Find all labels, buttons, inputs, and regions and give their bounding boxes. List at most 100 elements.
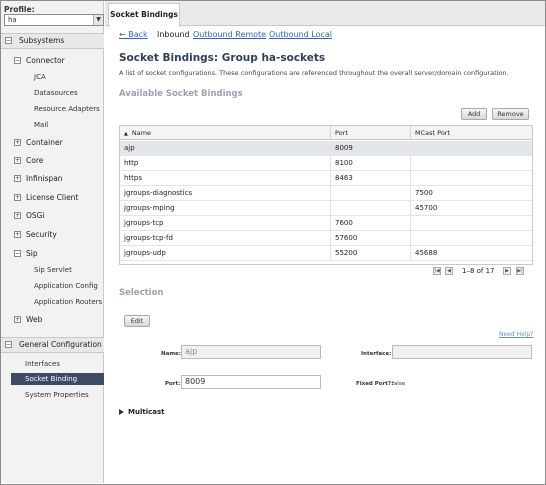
expand-icon[interactable]: + <box>14 139 21 146</box>
cell-port: 8009 <box>330 141 410 156</box>
cell-mcast-port <box>410 231 532 246</box>
cell-name: jgroups-tcp <box>124 219 164 227</box>
table-row[interactable]: jgroups-mping 45700 <box>120 201 532 216</box>
sidebar-item-jca[interactable]: JCA <box>34 73 46 81</box>
cell-mcast-port <box>410 171 532 186</box>
sidebar-item-socket-binding[interactable]: Socket Binding <box>11 373 104 385</box>
sidebar-item-sip-servlet[interactable]: Sip Servlet <box>34 266 72 274</box>
sidebar-item-container[interactable]: + Container <box>14 138 63 147</box>
sort-ascending-icon[interactable]: ▲ <box>124 131 128 137</box>
multicast-toggle[interactable]: Multicast <box>119 408 164 416</box>
cell-name: ajp <box>124 144 135 152</box>
pager: |◀ ◀ 1–8 of 17 ▶ ▶| <box>433 267 533 277</box>
column-header-name[interactable]: ▲ Name <box>120 126 330 140</box>
column-header-mcast-port[interactable]: MCast Port <box>410 126 532 140</box>
need-help-link[interactable]: Need Help? <box>499 331 533 338</box>
sidebar-item-license-client[interactable]: + License Client <box>14 193 79 202</box>
socket-bindings-table: ▲ Name Port MCast Port ajp 8009 http 8100… <box>119 125 533 265</box>
sidebar-item-label: Core <box>26 156 44 165</box>
sidebar-item-application-routers[interactable]: Application Routers <box>34 298 102 306</box>
cell-name: jgroups-mping <box>124 204 175 212</box>
interface-field[interactable] <box>392 345 532 359</box>
sidebar-item-label: License Client <box>26 193 79 202</box>
sidebar-item-system-properties[interactable]: System Properties <box>11 389 104 401</box>
name-field[interactable]: ajp <box>181 345 321 359</box>
collapse-icon[interactable]: − <box>14 57 21 64</box>
available-bindings-heading: Available Socket Bindings <box>119 89 243 99</box>
tab-outbound-remote[interactable]: Outbound Remote <box>193 30 266 39</box>
pager-range: 1–8 of 17 <box>462 267 495 275</box>
sidebar-item-resource-adapters[interactable]: Resource Adapters <box>34 105 100 113</box>
cell-port <box>330 186 410 201</box>
sidebar-item-application-config[interactable]: Application Config <box>34 282 98 290</box>
cell-port: 8463 <box>330 171 410 186</box>
first-page-icon[interactable]: |◀ <box>433 267 441 275</box>
table-row[interactable]: ajp 8009 <box>120 141 532 156</box>
previous-page-icon[interactable]: ◀ <box>445 267 453 275</box>
cell-name: jgroups-udp <box>124 249 166 257</box>
sidebar-item-datasources[interactable]: Datasources <box>34 89 78 97</box>
sidebar-item-sip[interactable]: − Sip <box>14 249 38 258</box>
tab-socket-bindings[interactable]: Socket Bindings <box>108 3 180 27</box>
sidebar-item-security[interactable]: + Security <box>14 230 57 239</box>
port-label: Port: <box>165 381 181 387</box>
table-row[interactable]: https 8463 <box>120 171 532 186</box>
expand-icon[interactable]: + <box>14 194 21 201</box>
sidebar-item-label: Infinispan <box>26 174 63 183</box>
sidebar-item-label: Sip <box>26 249 38 258</box>
cell-mcast-port: 45688 <box>410 246 532 261</box>
cell-port: 8100 <box>330 156 410 171</box>
multicast-label: Multicast <box>128 408 165 416</box>
sidebar-item-web[interactable]: + Web <box>14 315 43 324</box>
collapse-icon[interactable]: − <box>14 250 21 257</box>
cell-port: 55200 <box>330 246 410 261</box>
expand-icon[interactable]: + <box>14 157 21 164</box>
general-configuration-label: General Configuration <box>19 340 102 349</box>
last-page-icon[interactable]: ▶| <box>516 267 524 275</box>
port-field[interactable]: 8009 <box>181 375 321 389</box>
next-page-icon[interactable]: ▶ <box>503 267 511 275</box>
selection-heading: Selection <box>119 288 164 298</box>
expand-icon[interactable]: + <box>14 212 21 219</box>
profile-value: ha <box>8 16 17 24</box>
cell-port: 7600 <box>330 216 410 231</box>
expand-icon[interactable]: + <box>14 175 21 182</box>
column-header-port[interactable]: Port <box>330 126 410 140</box>
expand-icon[interactable]: + <box>14 316 21 323</box>
sidebar-item-interfaces[interactable]: Interfaces <box>11 358 104 370</box>
subsystems-label: Subsystems <box>19 36 65 45</box>
sidebar-item-osgi[interactable]: + OSGi <box>14 211 45 220</box>
cell-mcast-port <box>410 141 532 156</box>
profile-select[interactable]: ha ▼ <box>4 14 104 26</box>
interface-label: Interface: <box>361 351 392 357</box>
table-row[interactable]: http 8100 <box>120 156 532 171</box>
chevron-down-icon[interactable]: ▼ <box>93 15 103 25</box>
sidebar-item-mail[interactable]: Mail <box>34 121 48 129</box>
table-row[interactable]: jgroups-tcp 7600 <box>120 216 532 231</box>
back-link[interactable]: ← Back <box>119 30 148 39</box>
page-title: Socket Bindings: Group ha-sockets <box>119 52 326 64</box>
cell-name: jgroups-diagnostics <box>124 189 193 197</box>
subsystems-header[interactable]: − Subsystems <box>1 33 104 49</box>
expand-arrow-icon[interactable] <box>119 408 124 415</box>
edit-button[interactable]: Edit <box>124 315 150 327</box>
sidebar-item-infinispan[interactable]: + Infinispan <box>14 174 63 183</box>
general-configuration-header[interactable]: − General Configuration <box>1 337 104 353</box>
tab-outbound-local[interactable]: Outbound Local <box>269 30 332 39</box>
profile-label: Profile: <box>4 5 35 14</box>
tab-inbound[interactable]: Inbound <box>157 30 190 39</box>
collapse-icon[interactable]: − <box>5 37 12 44</box>
sidebar-item-label: Web <box>26 315 43 324</box>
table-row[interactable]: jgroups-diagnostics 7500 <box>120 186 532 201</box>
sidebar-item-core[interactable]: + Core <box>14 156 44 165</box>
sidebar-item-connector[interactable]: − Connector <box>14 56 65 65</box>
remove-button[interactable]: Remove <box>492 108 529 120</box>
expand-icon[interactable]: + <box>14 231 21 238</box>
table-row[interactable]: jgroups-tcp-fd 57600 <box>120 231 532 246</box>
cell-name: http <box>124 159 139 167</box>
table-row[interactable]: jgroups-udp 55200 45688 <box>120 246 532 261</box>
sidebar-item-label: Security <box>26 230 57 239</box>
sidebar-item-label: System Properties <box>25 391 89 399</box>
collapse-icon[interactable]: − <box>5 341 12 348</box>
add-button[interactable]: Add <box>461 108 487 120</box>
